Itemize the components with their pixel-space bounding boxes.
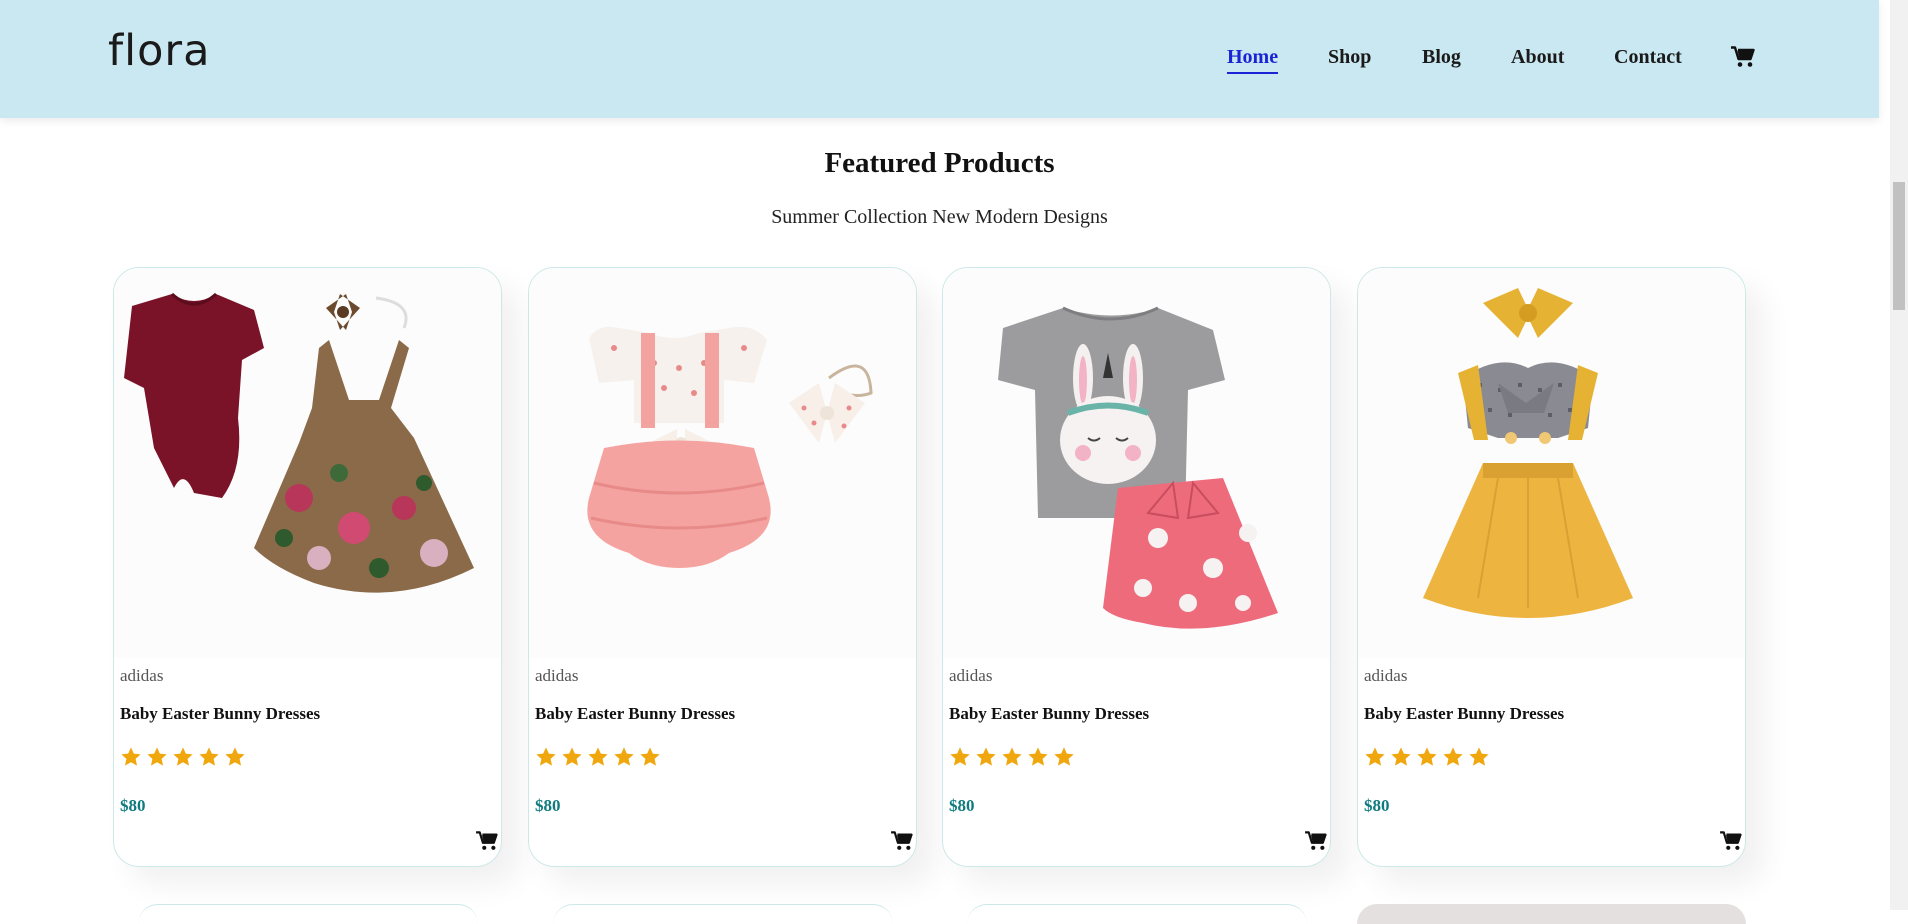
scrollbar-thumb[interactable] <box>1893 182 1905 310</box>
product-price: $80 <box>120 796 146 815</box>
product-rating <box>949 746 1075 770</box>
product-price: $80 <box>535 796 561 815</box>
star-icon <box>614 747 634 766</box>
product-image[interactable] <box>1358 268 1745 658</box>
product-image[interactable] <box>114 268 501 658</box>
star-icon <box>1002 747 1022 766</box>
star-icon <box>1391 747 1411 766</box>
nav-blog[interactable]: Blog <box>1422 46 1461 69</box>
add-to-cart-icon[interactable] <box>1720 831 1742 851</box>
star-icon <box>588 747 608 766</box>
product-rating <box>120 746 246 770</box>
product-card-next-row[interactable] <box>553 904 893 924</box>
add-to-cart-icon[interactable] <box>1305 831 1327 851</box>
product-card[interactable]: adidas Baby Easter Bunny Dresses $80 <box>528 267 917 867</box>
product-image[interactable] <box>943 268 1330 658</box>
star-icon <box>225 747 245 766</box>
star-icon <box>121 747 141 766</box>
star-icon <box>640 747 660 766</box>
product-name[interactable]: Baby Easter Bunny Dresses <box>1364 704 1564 724</box>
product-image[interactable] <box>529 268 916 658</box>
product-brand: adidas <box>120 666 164 685</box>
page-scrollbar[interactable] <box>1890 0 1908 910</box>
add-to-cart-icon[interactable] <box>476 831 498 851</box>
product-name[interactable]: Baby Easter Bunny Dresses <box>949 704 1149 724</box>
star-icon <box>199 747 219 766</box>
product-brand: adidas <box>949 666 993 685</box>
product-name[interactable]: Baby Easter Bunny Dresses <box>120 704 320 724</box>
section-subtitle: Summer Collection New Modern Designs <box>771 206 1108 228</box>
product-card[interactable]: adidas Baby Easter Bunny Dresses $80 <box>942 267 1331 867</box>
product-price: $80 <box>1364 796 1390 815</box>
star-icon <box>1443 747 1463 766</box>
site-header: flora Home Shop Blog About Contact <box>0 0 1879 118</box>
star-icon <box>1365 747 1385 766</box>
star-icon <box>950 747 970 766</box>
nav-shop[interactable]: Shop <box>1328 46 1371 69</box>
product-card[interactable]: adidas Baby Easter Bunny Dresses $80 <box>113 267 502 867</box>
nav-about[interactable]: About <box>1511 46 1564 69</box>
star-icon <box>1417 747 1437 766</box>
product-brand: adidas <box>1364 666 1408 685</box>
add-to-cart-icon[interactable] <box>891 831 913 851</box>
product-rating <box>535 746 661 770</box>
star-icon <box>173 747 193 766</box>
star-icon <box>1054 747 1074 766</box>
nav-home[interactable]: Home <box>1227 46 1279 74</box>
star-icon <box>147 747 167 766</box>
product-card-next-row[interactable] <box>138 904 478 924</box>
product-brand: adidas <box>535 666 579 685</box>
star-icon <box>1469 747 1489 766</box>
product-card-next-row[interactable] <box>1357 904 1746 924</box>
star-icon <box>1028 747 1048 766</box>
product-card-next-row[interactable] <box>967 904 1307 924</box>
star-icon <box>536 747 556 766</box>
product-rating <box>1364 746 1490 770</box>
product-name[interactable]: Baby Easter Bunny Dresses <box>535 704 735 724</box>
section-title: Featured Products <box>824 147 1055 179</box>
cart-icon[interactable] <box>1731 46 1755 68</box>
star-icon <box>562 747 582 766</box>
product-price: $80 <box>949 796 975 815</box>
star-icon <box>976 747 996 766</box>
main-nav: Home Shop Blog About Contact <box>0 0 1879 118</box>
product-card[interactable]: adidas Baby Easter Bunny Dresses $80 <box>1357 267 1746 867</box>
nav-contact[interactable]: Contact <box>1614 46 1682 69</box>
